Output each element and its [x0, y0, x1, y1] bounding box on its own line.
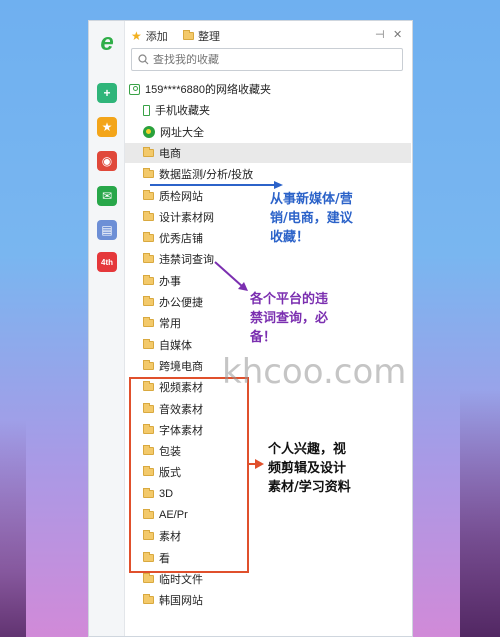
folder-item[interactable]: 质检网站: [143, 186, 203, 206]
annotation-line: 从事新媒体/营: [270, 192, 353, 207]
toolbar: ★ 添加 整理 ⊣ ✕: [125, 28, 412, 46]
folder-label: 违禁词查询: [159, 254, 214, 267]
search-box[interactable]: [131, 48, 403, 71]
annotation-line: 禁词查询，必: [250, 311, 329, 326]
annotation-line: 备！: [250, 330, 277, 345]
item-label: 手机收藏夹: [155, 105, 210, 118]
organize-label: 整理: [198, 31, 220, 43]
mail-app-icon[interactable]: ✉: [97, 186, 117, 206]
account-icon: [129, 83, 140, 95]
folder-icon: [143, 168, 154, 179]
folder-item[interactable]: 违禁词查询: [143, 249, 214, 269]
folder-icon: [143, 274, 154, 285]
folder-label: 办事: [159, 275, 181, 288]
star-add-icon: ★: [131, 29, 142, 43]
folder-icon: [143, 232, 154, 243]
folder-icon: [143, 253, 154, 264]
add-button[interactable]: ★ 添加: [131, 28, 168, 44]
add-label: 添加: [145, 31, 168, 43]
folder-item[interactable]: 自媒体: [143, 335, 192, 355]
folder-label: 优秀店铺: [159, 233, 203, 246]
folder-item[interactable]: 韩国网站: [143, 590, 203, 610]
game-app-icon[interactable]: 4th: [97, 252, 117, 272]
left-app-rail: e + ★ ◉ ✉ ▤ 4th: [89, 21, 125, 636]
palm-silhouette-left: [0, 420, 26, 637]
highlight-box: [129, 377, 249, 573]
close-icon[interactable]: ✕: [393, 28, 402, 41]
folder-icon: [143, 210, 154, 221]
folder-label: 数据监测/分析/投放: [159, 169, 254, 182]
account-label: 159****6880的网络收藏夹: [145, 84, 271, 96]
folder-icon: [143, 146, 154, 157]
folder-label: 自媒体: [159, 339, 192, 352]
folder-item[interactable]: 优秀店铺: [143, 228, 203, 248]
folder-label: 设计素材网: [159, 211, 214, 224]
folder-item[interactable]: 办事: [143, 271, 181, 291]
folder-label: 办公便捷: [159, 297, 203, 309]
item-label: 网址大全: [160, 126, 204, 139]
annotation-ecommerce: 从事新媒体/营 销/电商，建议 收藏！: [270, 190, 353, 247]
plus-app-icon[interactable]: +: [97, 83, 117, 103]
weibo-app-icon[interactable]: ◉: [97, 151, 117, 171]
search-input[interactable]: [153, 53, 393, 66]
site-directory-item[interactable]: 网址大全: [143, 122, 204, 142]
folder-label: 临时文件: [159, 573, 203, 586]
annotation-line: 销/电商，建议: [270, 211, 353, 226]
account-root[interactable]: 159****6880的网络收藏夹: [129, 79, 271, 99]
search-icon: [138, 54, 149, 65]
folder-label: 质检网站: [159, 190, 203, 203]
folder-icon: [143, 359, 154, 370]
folder-label: 常用: [159, 318, 181, 331]
folder-icon: [143, 594, 154, 605]
phone-icon: [143, 104, 150, 116]
folder-item[interactable]: 电商: [125, 142, 411, 163]
annotation-personal-interest: 个人兴趣，视 频剪辑及设计 素材/学习资料: [268, 440, 351, 497]
palm-silhouette-right: [460, 390, 500, 637]
doc-app-icon[interactable]: ▤: [97, 220, 117, 240]
folder-item[interactable]: 常用: [143, 313, 181, 333]
mobile-favorites-item[interactable]: 手机收藏夹: [143, 100, 210, 120]
folder-item[interactable]: 办公便捷: [143, 292, 203, 312]
watermark: khcoo.com: [222, 352, 407, 392]
folder-icon: [183, 30, 194, 40]
annotation-line: 收藏！: [270, 230, 310, 245]
organize-button[interactable]: 整理: [183, 28, 220, 44]
folder-label: 韩国网站: [159, 595, 203, 608]
folder-icon: [143, 338, 154, 349]
annotation-banned-words: 各个平台的违 禁词查询，必 备！: [250, 290, 328, 347]
annotation-line: 频剪辑及设计: [268, 461, 347, 476]
folder-icon: [143, 189, 154, 200]
folder-icon: [143, 317, 154, 328]
annotation-line: 各个平台的违: [250, 292, 329, 307]
site-directory-icon: [143, 125, 155, 138]
pin-icon[interactable]: ⊣: [375, 28, 385, 41]
star-app-icon[interactable]: ★: [97, 117, 117, 137]
browser-logo-icon[interactable]: e: [95, 31, 119, 55]
annotation-line: 素材/学习资料: [268, 480, 351, 495]
folder-icon: [143, 572, 154, 583]
folder-label: 电商: [159, 147, 181, 160]
folder-item[interactable]: 数据监测/分析/投放: [143, 164, 253, 184]
folder-item[interactable]: 设计素材网: [143, 207, 214, 227]
folder-icon: [143, 296, 154, 306]
folder-item[interactable]: 跨境电商: [143, 356, 203, 376]
folder-label: 跨境电商: [159, 360, 203, 373]
annotation-line: 个人兴趣，视: [268, 442, 347, 457]
